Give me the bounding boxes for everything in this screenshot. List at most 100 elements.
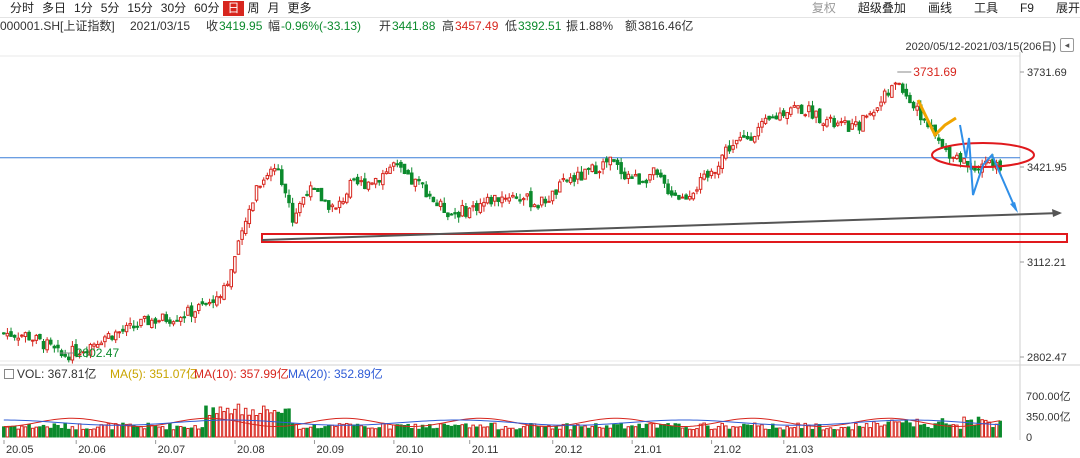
volume-bar: [807, 424, 811, 438]
candle-down: [991, 158, 995, 167]
volume-bar: [872, 421, 876, 438]
candle-up: [601, 161, 605, 170]
candle-down: [543, 198, 548, 204]
volume-bar: [478, 424, 483, 438]
tab-multi-day[interactable]: 多日: [38, 1, 70, 16]
overlay-button[interactable]: 超级叠加: [858, 1, 906, 16]
tab-monthly[interactable]: 月: [264, 1, 284, 16]
candle-down: [121, 328, 125, 332]
volume-bar: [207, 414, 212, 438]
candle-up: [814, 110, 818, 118]
candle-down: [998, 160, 1002, 171]
volume-bar: [27, 424, 31, 438]
volume-bar: [5, 426, 10, 438]
candle-up: [139, 318, 143, 327]
security-code: 000001.SH[上证指数]: [0, 19, 115, 33]
candle-down: [424, 184, 428, 198]
volume-bar: [583, 425, 587, 438]
price-tick-label: 2802.47: [1027, 352, 1067, 364]
tab-daily[interactable]: 日: [223, 1, 244, 16]
candle-up: [955, 154, 959, 160]
expand-button[interactable]: 展开: [1056, 1, 1080, 16]
candle-down: [283, 183, 288, 194]
period-tabs: 分时 多日 1分 5分 15分 30分 60分 日 周 月 更多: [6, 1, 316, 16]
candle-down: [276, 168, 280, 171]
candle-down: [168, 319, 172, 324]
volume-bar: [890, 419, 894, 438]
volume-bar: [196, 428, 201, 438]
volume-bar: [947, 424, 952, 438]
kline-chart[interactable]: 3731.69 2802.47 3731.69 3421.95 3112.21 2802…: [0, 0, 1080, 458]
candle-down: [9, 331, 13, 337]
volume-bar: [839, 426, 844, 438]
volume-bar: [980, 419, 984, 438]
candle-up: [345, 193, 349, 203]
candle-up: [493, 194, 497, 202]
candle-down: [904, 88, 909, 97]
tab-1min[interactable]: 1分: [70, 1, 97, 16]
volume-bar: [103, 424, 107, 438]
candle-down: [435, 202, 439, 207]
volume-bar: [926, 426, 930, 438]
tab-5min[interactable]: 5分: [97, 1, 124, 16]
volume-bar: [835, 429, 840, 438]
tab-intraday[interactable]: 分时: [6, 1, 38, 16]
low-label: 低: [505, 19, 518, 33]
candle-up: [821, 123, 826, 126]
candle-up: [301, 196, 306, 205]
volume-settings-icon[interactable]: [4, 369, 14, 379]
candle-down: [355, 176, 360, 185]
candle-up: [460, 205, 465, 217]
candle-down: [442, 202, 447, 213]
tab-30min[interactable]: 30分: [157, 1, 190, 16]
candle-down: [417, 178, 421, 182]
date-tick-label: 20.05: [6, 444, 34, 456]
candle-up: [702, 173, 706, 180]
volume-bar: [254, 415, 259, 438]
volume-bar: [554, 426, 558, 438]
volume-bar: [666, 423, 670, 438]
volume-bar: [52, 423, 57, 438]
tools-button[interactable]: 工具: [974, 1, 998, 16]
candle-down: [464, 206, 468, 217]
volume-bar: [409, 427, 414, 438]
f9-button[interactable]: F9: [1020, 1, 1034, 16]
tab-weekly[interactable]: 周: [244, 1, 264, 16]
volume-bar: [561, 423, 566, 438]
volume-bar: [850, 429, 854, 438]
high-value: 3457.49: [455, 19, 499, 33]
volume-bar: [998, 420, 1002, 438]
candle-up: [92, 343, 96, 347]
candle-down: [745, 135, 750, 140]
candle-down: [305, 193, 309, 196]
drawing-overlay: [261, 99, 1068, 243]
tab-15min[interactable]: 15分: [123, 1, 156, 16]
candles: [2, 81, 1002, 364]
candle-up: [597, 171, 602, 174]
candle-up: [561, 178, 566, 181]
volume-bar: [724, 425, 728, 438]
volume-bar: [987, 421, 992, 438]
candle-down: [637, 173, 641, 185]
range-toggle-icon[interactable]: ◂: [1060, 38, 1074, 52]
candle-down: [958, 153, 963, 163]
candle-up: [251, 202, 255, 211]
tab-more[interactable]: 更多: [284, 1, 316, 16]
tab-60min[interactable]: 60分: [190, 1, 223, 16]
volume-bar: [915, 418, 919, 438]
candle-up: [269, 168, 273, 177]
volume-bar: [420, 424, 425, 438]
candle-up: [381, 173, 385, 186]
volume-bar: [615, 424, 620, 438]
adjust-button[interactable]: 复权: [812, 1, 836, 16]
draw-line-button[interactable]: 画线: [928, 1, 952, 16]
volume-bar: [547, 425, 551, 438]
candle-down: [799, 104, 804, 115]
candle-down: [666, 183, 670, 195]
candle-down: [420, 182, 425, 185]
volume-bar: [121, 422, 125, 438]
volume-bar: [23, 426, 28, 438]
candle-down: [200, 301, 205, 305]
volume-bar: [99, 424, 104, 438]
candle-down: [604, 158, 609, 163]
